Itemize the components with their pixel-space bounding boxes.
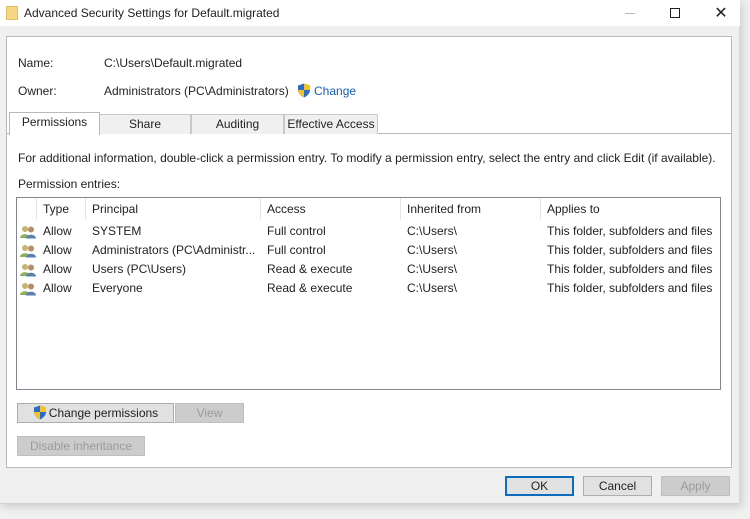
maximize-icon xyxy=(670,8,680,18)
close-icon: ✕ xyxy=(714,5,728,22)
permission-row[interactable]: Allow Administrators (PC\Administr... Fu… xyxy=(17,241,720,260)
access-cell: Read & execute xyxy=(267,262,353,276)
applies-to-cell: This folder, subfolders and files xyxy=(547,262,713,276)
tab-strip: Permissions Share Auditing Effective Acc… xyxy=(7,112,731,135)
tab-share[interactable]: Share xyxy=(99,114,191,134)
close-button[interactable]: ✕ xyxy=(698,0,744,26)
tab-permissions[interactable]: Permissions xyxy=(9,112,100,135)
permission-entries-list[interactable]: Type Principal Access Inherited from App… xyxy=(16,197,721,390)
permission-row[interactable]: Allow SYSTEM Full control C:\Users\ This… xyxy=(17,222,720,241)
change-owner-link[interactable]: Change xyxy=(297,83,356,98)
column-header-principal[interactable]: Principal xyxy=(86,198,261,220)
principal-cell: Users (PC\Users) xyxy=(92,262,187,276)
principal-cell: SYSTEM xyxy=(92,224,142,238)
permission-row[interactable]: Allow Everyone Read & execute C:\Users\ … xyxy=(17,279,720,298)
ok-button[interactable]: OK xyxy=(505,476,574,496)
column-header-type[interactable]: Type xyxy=(37,198,86,220)
access-cell: Read & execute xyxy=(267,281,353,295)
title-bar[interactable]: Advanced Security Settings for Default.m… xyxy=(0,0,740,26)
tab-auditing[interactable]: Auditing xyxy=(191,114,284,134)
permission-entries-label: Permission entries: xyxy=(18,177,121,191)
users-icon xyxy=(20,222,38,241)
folder-icon xyxy=(6,6,18,20)
applies-to-cell: This folder, subfolders and files xyxy=(547,243,713,257)
window-title: Advanced Security Settings for Default.m… xyxy=(24,6,280,20)
disable-inheritance-button[interactable]: Disable inheritance xyxy=(17,436,145,456)
access-cell: Full control xyxy=(267,243,326,257)
minimize-icon xyxy=(625,12,635,14)
users-icon xyxy=(20,241,38,260)
advanced-security-settings-window: Advanced Security Settings for Default.m… xyxy=(0,0,740,504)
apply-button[interactable]: Apply xyxy=(661,476,730,496)
uac-shield-icon xyxy=(33,405,46,420)
users-icon xyxy=(20,279,38,298)
permission-row[interactable]: Allow Users (PC\Users) Read & execute C:… xyxy=(17,260,720,279)
tab-effective-access[interactable]: Effective Access xyxy=(284,114,378,134)
column-header-inherited-from[interactable]: Inherited from xyxy=(401,198,541,220)
users-icon xyxy=(20,260,38,279)
applies-to-cell: This folder, subfolders and files xyxy=(547,281,713,295)
main-panel: Name: C:\Users\Default.migrated Owner: A… xyxy=(6,36,732,468)
principal-cell: Everyone xyxy=(92,281,143,295)
type-cell: Allow xyxy=(43,281,72,295)
change-permissions-button[interactable]: Change permissions xyxy=(17,403,174,423)
access-cell: Full control xyxy=(267,224,326,238)
type-cell: Allow xyxy=(43,262,72,276)
column-header-applies-to[interactable]: Applies to xyxy=(541,198,720,220)
owner-value: Administrators (PC\Administrators) xyxy=(104,84,289,98)
applies-to-cell: This folder, subfolders and files xyxy=(547,224,713,238)
inherited-from-cell: C:\Users\ xyxy=(407,243,458,257)
change-link-text: Change xyxy=(314,84,357,98)
uac-shield-icon xyxy=(298,83,310,98)
name-label: Name: xyxy=(18,56,54,70)
column-header-access[interactable]: Access xyxy=(261,198,401,220)
info-text: For additional information, double-click… xyxy=(18,151,716,165)
inherited-from-cell: C:\Users\ xyxy=(407,224,458,238)
maximize-button[interactable] xyxy=(652,0,698,26)
inherited-from-cell: C:\Users\ xyxy=(407,281,458,295)
principal-cell: Administrators (PC\Administr... xyxy=(92,243,256,257)
inherited-from-cell: C:\Users\ xyxy=(407,262,458,276)
name-value: C:\Users\Default.migrated xyxy=(104,56,243,70)
owner-label: Owner: xyxy=(18,84,57,98)
cancel-button[interactable]: Cancel xyxy=(583,476,652,496)
column-header-icon[interactable] xyxy=(17,198,37,220)
change-permissions-label: Change permissions xyxy=(48,406,159,420)
view-button[interactable]: View xyxy=(175,403,244,423)
list-header: Type Principal Access Inherited from App… xyxy=(17,198,720,220)
type-cell: Allow xyxy=(43,243,72,257)
minimize-button[interactable] xyxy=(607,0,653,26)
type-cell: Allow xyxy=(43,224,72,238)
